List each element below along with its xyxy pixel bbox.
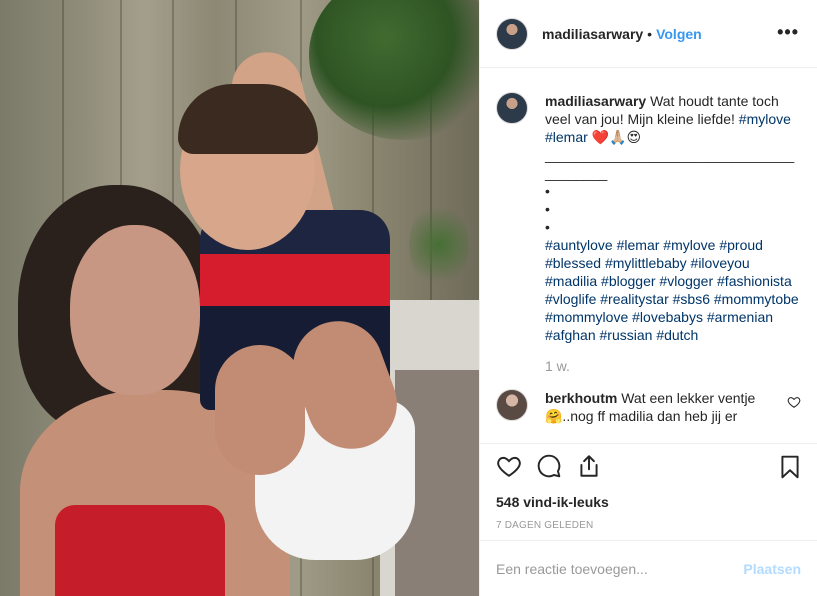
caption-body: madiliasarwary Wat houdt tante toch veel… xyxy=(545,92,800,344)
more-options-icon[interactable]: ••• xyxy=(777,22,799,43)
comment-text-continued: 🤗..nog ff madilia dan heb jij er xyxy=(545,408,738,424)
comment-item: berkhoutm Wat een lekker ventje 🤗..nog f… xyxy=(496,389,801,425)
caption-username[interactable]: madiliasarwary xyxy=(545,93,646,109)
woman-left-hand xyxy=(215,345,305,475)
hashtag[interactable]: #afghan xyxy=(545,327,596,343)
follow-button[interactable]: Volgen xyxy=(656,26,702,42)
commenter-avatar-icon[interactable] xyxy=(496,389,528,421)
comment-bubble-icon[interactable] xyxy=(536,453,562,479)
post-date[interactable]: 7 DAGEN GELEDEN xyxy=(480,510,817,531)
hashtag-list: #auntylove #lemar #mylove #proud #blesse… xyxy=(545,236,800,344)
comment-text: Wat een lekker ventje xyxy=(621,390,756,406)
woman-face xyxy=(70,225,200,395)
hashtag[interactable]: #mylittlebaby xyxy=(605,255,687,271)
post-sidebar: madiliasarwary • Volgen ••• madiliasarwa… xyxy=(479,0,817,596)
caption-divider: ________________________________________ xyxy=(545,147,795,181)
post-photo[interactable] xyxy=(0,0,479,596)
baby-hair xyxy=(178,84,318,154)
user-avatar-icon[interactable] xyxy=(496,17,528,50)
bullet-line: • xyxy=(545,219,550,235)
caption-avatar-icon[interactable] xyxy=(496,92,528,124)
hashtag[interactable]: #lemar xyxy=(617,237,660,253)
comment-body: berkhoutm Wat een lekker ventje 🤗..nog f… xyxy=(545,389,780,425)
share-icon[interactable] xyxy=(576,453,602,479)
caption-emoji: ❤️🙏🏼😍 xyxy=(591,129,642,145)
like-heart-icon[interactable] xyxy=(496,453,522,479)
comment-username[interactable]: berkhoutm xyxy=(545,390,617,406)
comment-like-heart-icon[interactable] xyxy=(787,395,801,409)
post-header: madiliasarwary • Volgen ••• xyxy=(480,0,817,68)
hashtag[interactable]: #russian xyxy=(600,327,653,343)
bullet-line: • xyxy=(545,183,550,199)
hashtag[interactable]: #mylove xyxy=(663,237,715,253)
caption: madiliasarwary Wat houdt tante toch veel… xyxy=(496,92,801,344)
hashtag[interactable]: #mommytobe xyxy=(714,291,799,307)
instagram-post: madiliasarwary • Volgen ••• madiliasarwa… xyxy=(0,0,817,596)
hashtag[interactable]: #vloglife xyxy=(545,291,596,307)
header-separator: • xyxy=(647,25,653,42)
hashtag[interactable]: #proud xyxy=(719,237,763,253)
save-bookmark-icon[interactable] xyxy=(777,454,803,480)
hashtag[interactable]: #vlogger xyxy=(659,273,713,289)
comment-input[interactable] xyxy=(496,560,744,577)
hashtag[interactable]: #realitystar xyxy=(600,291,668,307)
header-username[interactable]: madiliasarwary xyxy=(542,26,643,42)
post-comment-button[interactable]: Plaatsen xyxy=(743,561,801,577)
ivy-leaves xyxy=(309,0,479,140)
bullet-line: • xyxy=(545,201,550,217)
ivy-leaves xyxy=(409,200,469,290)
hashtag[interactable]: #sbs6 xyxy=(673,291,710,307)
like-count[interactable]: 548 vind-ik-leuks xyxy=(480,488,817,510)
comments-section: madiliasarwary Wat houdt tante toch veel… xyxy=(480,68,817,443)
hashtag[interactable]: #lemar xyxy=(545,129,588,145)
hashtag[interactable]: #iloveyou xyxy=(691,255,750,271)
hashtag[interactable]: #auntylove xyxy=(545,237,613,253)
hashtag[interactable]: #mylove xyxy=(739,111,791,127)
hashtag[interactable]: #lovebabys xyxy=(632,309,703,325)
hashtag[interactable]: #armenian xyxy=(707,309,773,325)
hashtag[interactable]: #fashionista xyxy=(717,273,792,289)
action-bar xyxy=(480,443,817,488)
hashtag[interactable]: #madilia xyxy=(545,273,597,289)
hashtag[interactable]: #mommylove xyxy=(545,309,628,325)
hashtag[interactable]: #blogger xyxy=(601,273,656,289)
woman-red-top xyxy=(55,505,225,596)
hashtag[interactable]: #dutch xyxy=(656,327,698,343)
caption-time[interactable]: 1 w. xyxy=(545,358,801,374)
add-comment-box: Plaatsen xyxy=(480,540,817,596)
hashtag[interactable]: #blessed xyxy=(545,255,601,271)
